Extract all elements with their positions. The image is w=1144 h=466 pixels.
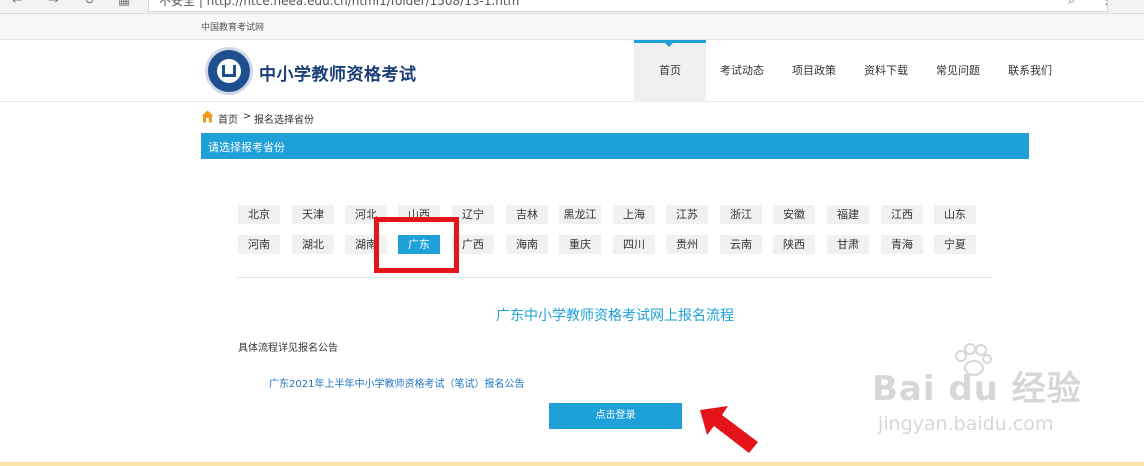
address-bar[interactable]: 不安全 | http://ntce.neea.edu.cn/html1/fold… xyxy=(148,0,1108,12)
bottom-strip xyxy=(0,462,1144,466)
nav-item-downloads[interactable]: 资料下载 xyxy=(850,40,922,102)
province-button[interactable]: 湖北 xyxy=(292,235,334,254)
breadcrumb-current: 报名选择省份 xyxy=(254,115,314,126)
browser-toolbar: ← → ↻ ▦ 不安全 | http://ntce.neea.edu.cn/ht… xyxy=(0,0,1144,14)
province-button[interactable]: 北京 xyxy=(238,205,280,224)
province-button[interactable]: 青海 xyxy=(881,235,923,254)
process-title: 广东中小学教师资格考试网上报名流程 xyxy=(496,308,734,324)
watermark-url: jingyan.baidu.com xyxy=(878,413,1054,435)
site-header: 中小学教师资格考试 首页 考试动态 项目政策 资料下载 常见问题 联系我们 xyxy=(0,40,1144,102)
province-button[interactable]: 江苏 xyxy=(666,205,708,224)
divider xyxy=(237,277,993,278)
nav-item-label: 首页 xyxy=(659,64,681,77)
province-button[interactable]: 宁夏 xyxy=(934,235,976,254)
nav-item-contact[interactable]: 联系我们 xyxy=(994,40,1066,102)
search-icon[interactable]: ⌕ xyxy=(1068,0,1075,8)
province-button[interactable]: 浙江 xyxy=(720,205,762,224)
address-text: 不安全 | http://ntce.neea.edu.cn/html1/fold… xyxy=(159,0,520,8)
nav-item-label: 联系我们 xyxy=(1008,64,1052,77)
province-button[interactable]: 吉林 xyxy=(506,205,548,224)
nav-item-label: 项目政策 xyxy=(792,64,836,77)
nav-item-policy[interactable]: 项目政策 xyxy=(778,40,850,102)
apps-icon[interactable]: ▦ xyxy=(118,0,130,8)
notice-link[interactable]: 广东2021年上半年中小学教师资格考试（笔试）报名公告 xyxy=(269,375,524,390)
baidu-watermark: Bai du 经验 jingyan.baidu.com xyxy=(872,343,1092,443)
nav-item-faq[interactable]: 常见问题 xyxy=(922,40,994,102)
province-button[interactable]: 重庆 xyxy=(559,235,601,254)
site-title[interactable]: 中小学教师资格考试 xyxy=(259,60,417,85)
active-caret-icon xyxy=(664,42,674,47)
province-button[interactable]: 天津 xyxy=(292,205,334,224)
reload-icon[interactable]: ↻ xyxy=(84,0,95,8)
province-button[interactable]: 安徽 xyxy=(773,205,815,224)
nav-item-home[interactable]: 首页 xyxy=(634,40,706,102)
province-button[interactable]: 上海 xyxy=(613,205,655,224)
province-button[interactable]: 河南 xyxy=(238,235,280,254)
site-top-label[interactable]: 中国教育考试网 xyxy=(201,20,264,33)
site-logo-icon[interactable] xyxy=(205,47,253,95)
breadcrumb-home[interactable]: 首页 xyxy=(218,111,238,126)
login-button[interactable]: 点击登录 xyxy=(549,403,682,429)
province-button[interactable]: 山东 xyxy=(934,205,976,224)
nav-item-label: 考试动态 xyxy=(720,64,764,77)
province-button[interactable]: 海南 xyxy=(506,235,548,254)
logo-book-icon xyxy=(222,65,236,77)
province-button[interactable]: 福建 xyxy=(827,205,869,224)
site-top-bar: 中国教育考试网 xyxy=(0,14,1144,40)
province-button[interactable]: 江西 xyxy=(881,205,923,224)
more-icon[interactable]: ⋮ xyxy=(1100,0,1113,8)
section-title: 请选择报考省份 xyxy=(208,141,285,154)
forward-icon[interactable]: → xyxy=(48,0,59,8)
province-button[interactable]: 甘肃 xyxy=(827,235,869,254)
nav-item-label: 资料下载 xyxy=(864,64,908,77)
watermark-logo: Bai du 经验 xyxy=(872,369,1082,409)
province-button[interactable]: 四川 xyxy=(613,235,655,254)
red-arrow-icon xyxy=(700,406,758,453)
province-button[interactable]: 云南 xyxy=(720,235,762,254)
section-header: 请选择报考省份 xyxy=(201,133,1029,159)
province-button[interactable]: 贵州 xyxy=(666,235,708,254)
breadcrumb-separator: > xyxy=(243,111,252,122)
nav-item-label: 常见问题 xyxy=(936,64,980,77)
page: ← → ↻ ▦ 不安全 | http://ntce.neea.edu.cn/ht… xyxy=(0,0,1144,466)
back-icon[interactable]: ← xyxy=(12,0,23,8)
highlight-box xyxy=(374,217,459,273)
home-icon xyxy=(201,110,214,123)
province-button[interactable]: 陕西 xyxy=(773,235,815,254)
nav-item-news[interactable]: 考试动态 xyxy=(706,40,778,102)
process-detail-text: 具体流程详见报名公告 xyxy=(238,343,338,354)
province-button[interactable]: 黑龙江 xyxy=(559,205,601,224)
logo-inner xyxy=(217,59,241,83)
